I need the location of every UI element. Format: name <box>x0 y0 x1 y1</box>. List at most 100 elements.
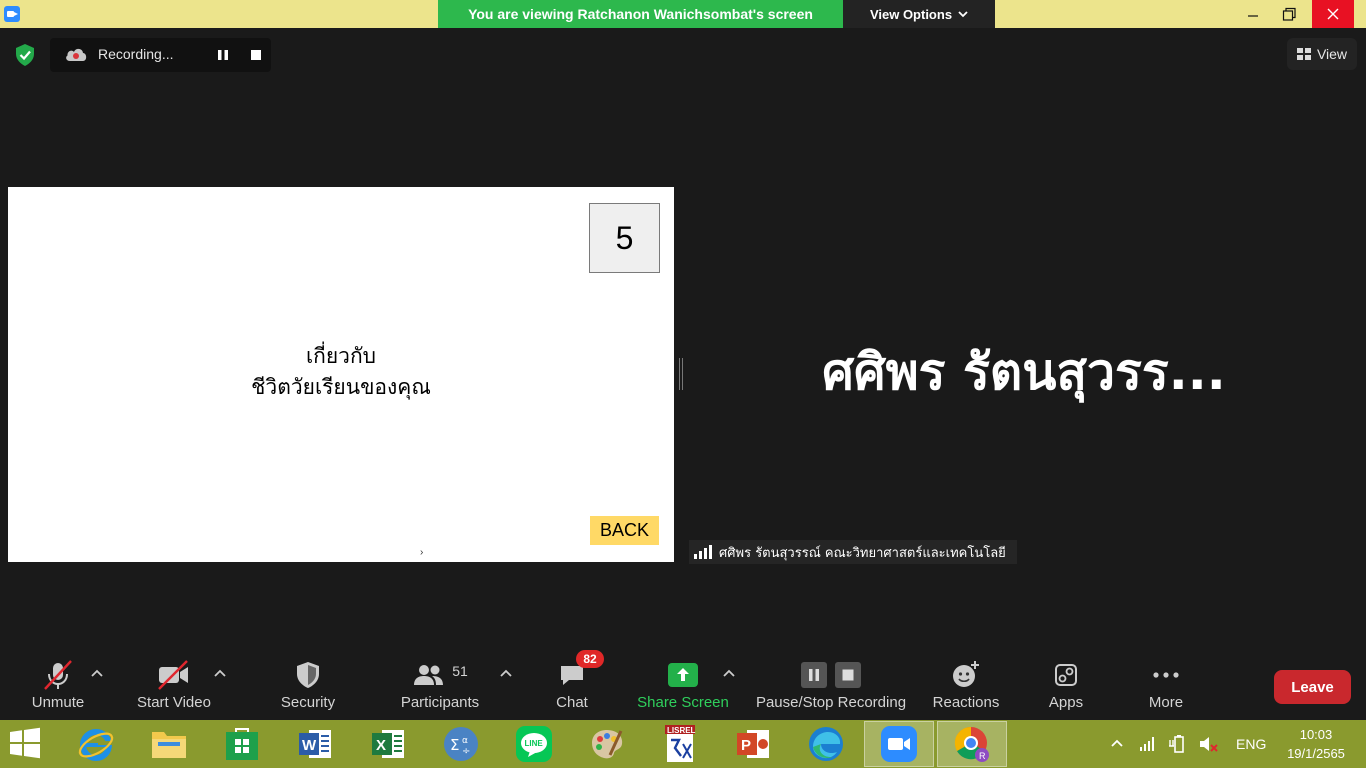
video-off-icon <box>157 656 191 694</box>
mic-muted-icon <box>42 656 74 694</box>
leave-label: Leave <box>1291 678 1334 696</box>
security-button[interactable]: Security <box>276 656 340 720</box>
slide-line-2: ชีวิตวัยเรียนของคุณ <box>251 375 431 399</box>
participants-label: Participants <box>400 694 480 711</box>
zoom-icon <box>881 726 917 762</box>
taskbar-chrome[interactable]: R <box>937 721 1007 767</box>
participants-icon <box>414 665 444 685</box>
reactions-label: Reactions <box>932 694 1000 711</box>
svg-text:X: X <box>376 737 386 754</box>
taskbar-zoom[interactable] <box>864 721 934 767</box>
start-button[interactable] <box>8 726 52 762</box>
svg-text:LISREL: LISREL <box>667 726 696 735</box>
view-label: View <box>1316 46 1348 62</box>
taskbar-paint[interactable] <box>573 722 641 766</box>
leave-button[interactable]: Leave <box>1274 670 1351 704</box>
unmute-button[interactable]: Unmute <box>28 656 88 720</box>
edge-icon <box>809 727 843 761</box>
slide-line-1: เกี่ยวกับ <box>305 344 377 368</box>
participants-icon-wrap: 51 <box>412 656 468 694</box>
taskbar-powerpoint[interactable]: P <box>719 722 787 766</box>
stop-icon <box>251 50 261 60</box>
chevron-down-icon <box>958 11 968 18</box>
chrome-icon: R <box>954 726 989 762</box>
input-language-indicator[interactable]: ENG <box>1236 736 1266 752</box>
share-options-caret-icon[interactable] <box>721 666 737 682</box>
back-label: BACK <box>599 520 650 540</box>
taskbar-edge[interactable] <box>792 722 860 766</box>
taskbar-store[interactable] <box>208 722 276 766</box>
store-icon <box>226 728 258 760</box>
svg-text:W: W <box>302 737 317 754</box>
participants-button[interactable]: 51 Participants <box>398 656 482 720</box>
close-icon <box>1327 8 1339 20</box>
chat-label: Chat <box>556 694 588 711</box>
apps-button[interactable]: Apps <box>1040 656 1092 720</box>
video-options-caret-icon[interactable] <box>212 666 228 682</box>
share-screen-label: Share Screen <box>637 694 729 711</box>
internet-explorer-icon <box>78 729 114 761</box>
network-signal-icon[interactable] <box>1138 735 1156 753</box>
taskbar-clock[interactable]: 10:03 19/1/2565 <box>1278 725 1354 763</box>
more-button[interactable]: More <box>1140 656 1192 720</box>
show-hidden-icons-chevron-icon[interactable] <box>1108 736 1126 752</box>
view-options-label: View Options <box>869 6 953 22</box>
taskbar-word[interactable]: W <box>281 722 349 766</box>
pause-icon <box>218 50 228 60</box>
share-screen-button[interactable]: Share Screen <box>636 656 730 720</box>
taskbar-file-explorer[interactable] <box>135 722 203 766</box>
volume-muted-icon[interactable] <box>1198 734 1218 754</box>
start-video-button[interactable]: Start Video <box>134 656 214 720</box>
pause-icon <box>801 662 827 688</box>
view-options-button[interactable]: View Options <box>843 0 995 28</box>
share-screen-icon <box>668 656 698 694</box>
chat-button[interactable]: 82 Chat <box>548 650 604 720</box>
taskbar-lisrel[interactable]: LISREL <box>646 722 714 766</box>
paint-palette-icon <box>592 730 623 759</box>
signal-strength-icon <box>694 545 712 559</box>
viewing-screen-banner: You are viewing Ratchanon Wanichsombat's… <box>438 0 843 28</box>
stop-recording-button[interactable] <box>240 38 272 72</box>
taskbar-excel[interactable]: X <box>354 722 422 766</box>
view-button[interactable]: View <box>1287 38 1357 70</box>
stop-icon <box>835 662 861 688</box>
page-number: 5 <box>615 219 634 256</box>
page-number-box: 5 <box>589 203 660 273</box>
pause-stop-recording-button[interactable]: Pause/Stop Recording <box>752 656 910 720</box>
taskbar-math-input[interactable]: Σα ÷ <box>427 722 495 766</box>
taskbar-line[interactable]: LINE <box>500 722 568 766</box>
system-tray <box>1108 720 1218 768</box>
lisrel-icon: LISREL <box>665 725 696 762</box>
chat-icon-wrap: 82 <box>558 650 604 694</box>
participant-name-tag: ศศิพร รัตนสุวรรณ์ คณะวิทยาศาสตร์และเทคโน… <box>689 540 1017 564</box>
audio-options-caret-icon[interactable] <box>89 666 105 682</box>
grid-view-icon <box>1296 48 1311 60</box>
pause-recording-button[interactable] <box>207 38 239 72</box>
reactions-button[interactable]: Reactions <box>930 656 1002 720</box>
svg-text:α: α <box>462 736 468 746</box>
encryption-shield-icon[interactable] <box>12 42 38 68</box>
restore-button[interactable] <box>1268 0 1310 28</box>
svg-text:÷: ÷ <box>462 746 470 757</box>
recording-indicator: Recording... <box>50 38 271 72</box>
apps-icon <box>1054 656 1078 694</box>
back-button[interactable]: BACK <box>590 516 659 545</box>
participants-caret-icon[interactable] <box>498 666 514 682</box>
excel-icon: X <box>372 730 404 758</box>
battery-plug-icon[interactable] <box>1168 734 1188 754</box>
close-window-button[interactable] <box>1312 0 1354 28</box>
more-label: More <box>1148 694 1184 711</box>
folder-icon <box>152 732 186 758</box>
cloud-recording-icon <box>66 48 87 61</box>
svg-text:Σ: Σ <box>450 736 459 754</box>
svg-text:LINE: LINE <box>525 739 544 748</box>
pause-stop-icons <box>801 656 861 694</box>
splitter-handle[interactable] <box>679 358 683 390</box>
taskbar-internet-explorer[interactable] <box>62 722 130 766</box>
restore-icon <box>1282 7 1296 21</box>
line-app-icon: LINE <box>516 726 552 762</box>
reactions-icon <box>951 656 981 694</box>
math-input-icon: Σα÷ <box>444 727 478 761</box>
shared-screen: 5 เกี่ยวกับ ชีวิตวัยเรียนของคุณ BACK › <box>8 187 674 562</box>
windows-taskbar: W X Σα ÷ LINE LISREL P R ENG 10:03 19/1/2… <box>0 720 1366 768</box>
